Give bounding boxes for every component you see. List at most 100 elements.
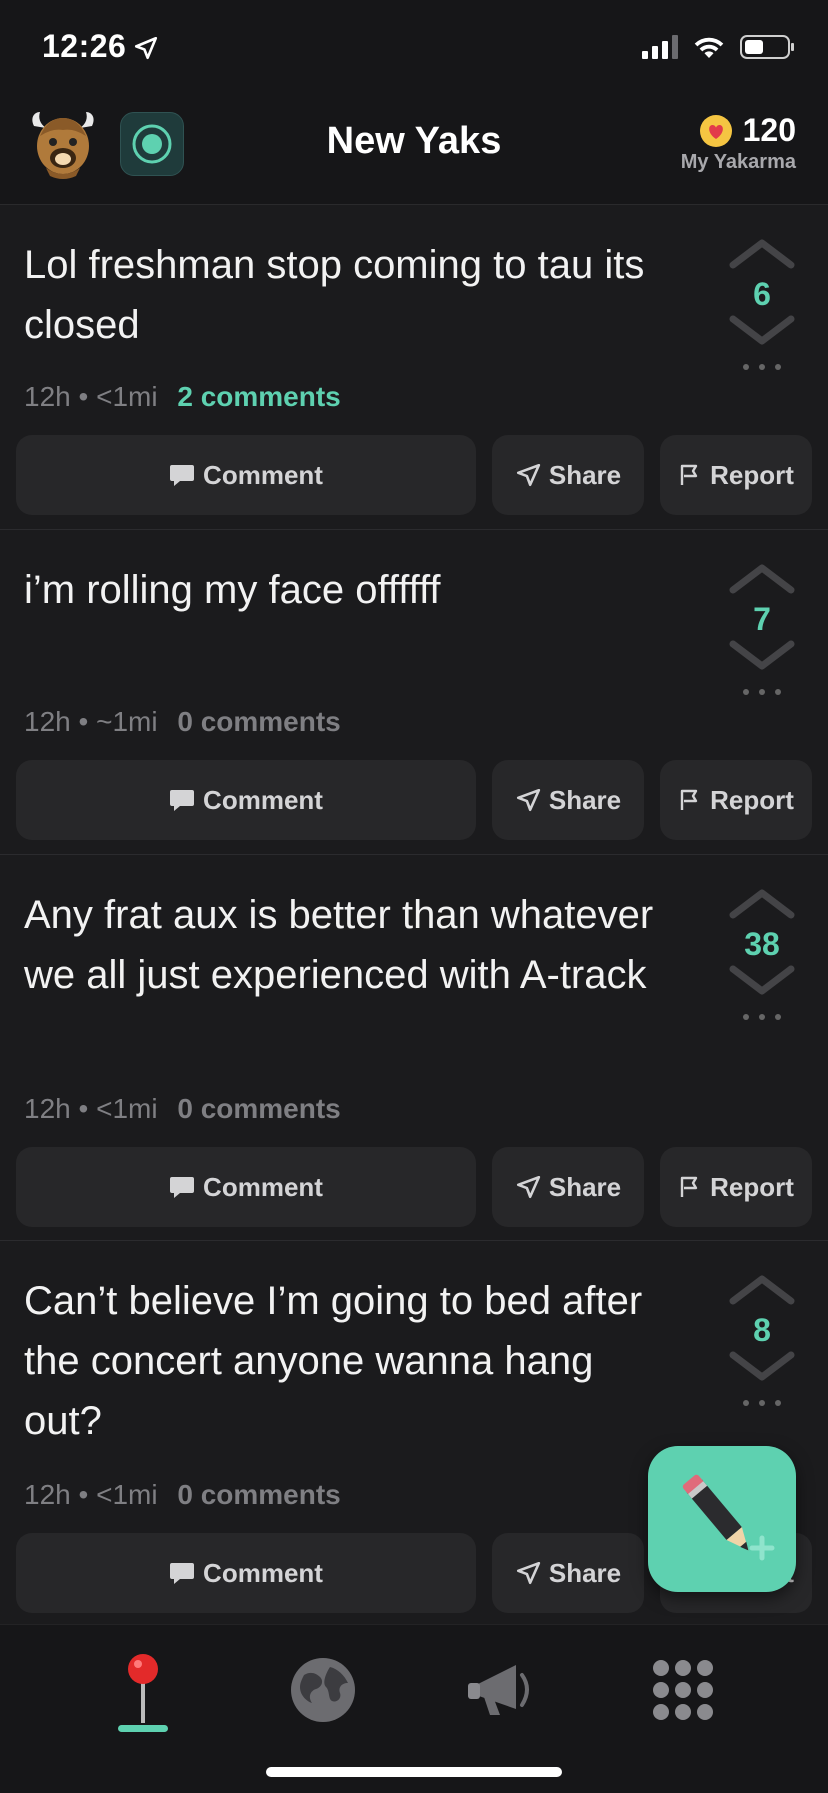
upvote-chevron-icon[interactable] (727, 235, 797, 271)
share-button-label: Share (548, 459, 622, 490)
post-meta: 12h • <1mi 2 comments (24, 381, 341, 412)
post-card[interactable]: Any frat aux is better than whatever we … (0, 855, 828, 1241)
post-distance: <1mi (96, 1479, 158, 1510)
post-time: 12h (24, 1479, 71, 1510)
comment-button-label: Comment (203, 1171, 323, 1202)
upvote-chevron-icon[interactable] (727, 1271, 797, 1307)
wifi-icon (694, 37, 724, 58)
comment-bubble-icon (170, 1563, 195, 1584)
feed: Lol freshman stop coming to tau its clos… (0, 205, 828, 1641)
comment-button-label: Comment (203, 1557, 323, 1588)
share-button-label: Share (548, 784, 622, 815)
tab-local[interactable] (98, 1645, 188, 1735)
more-options-icon[interactable] (724, 689, 800, 695)
post-text: i’m rolling my face offffff (24, 568, 441, 612)
share-button[interactable]: Share (492, 435, 644, 515)
pencil-plus-icon (682, 1474, 775, 1561)
comment-button[interactable]: Comment (16, 435, 476, 515)
post-meta: 12h • ~1mi 0 comments (24, 706, 341, 737)
post-meta: 12h • <1mi 0 comments (24, 1479, 341, 1510)
post-distance: <1mi (96, 1093, 158, 1124)
post-comments-link[interactable]: 0 comments (177, 1479, 340, 1510)
home-indicator[interactable] (266, 1767, 562, 1777)
share-arrow-icon (516, 1561, 540, 1585)
comment-button[interactable]: Comment (16, 1147, 476, 1227)
flag-icon (680, 1176, 698, 1197)
vote-control: 7 (724, 560, 800, 695)
share-button-label: Share (548, 1171, 622, 1202)
status-time: 12:26 (42, 28, 127, 64)
header: New Yaks 120 My Yakarma (0, 100, 828, 205)
comment-button[interactable]: Comment (16, 760, 476, 840)
post-card[interactable]: Lol freshman stop coming to tau its clos… (0, 205, 828, 530)
downvote-chevron-icon[interactable] (727, 963, 797, 999)
vote-control: 8 (724, 1271, 800, 1406)
post-actions: Comment Share Report (16, 760, 812, 840)
grid-icon (653, 1660, 713, 1720)
cellular-signal-icon (642, 35, 678, 59)
flag-icon (680, 789, 698, 810)
location-pin-icon (128, 1654, 158, 1723)
share-button[interactable]: Share (492, 1147, 644, 1227)
share-button[interactable]: Share (492, 1533, 644, 1613)
post-distance: ~1mi (96, 706, 158, 737)
post-distance: <1mi (96, 381, 158, 412)
comment-button-label: Comment (203, 459, 323, 490)
vote-control: 38 (724, 885, 800, 1020)
post-text: Any frat aux is better than whatever we … (24, 893, 654, 997)
comment-bubble-icon (170, 465, 195, 486)
tab-global[interactable] (278, 1645, 368, 1735)
downvote-chevron-icon[interactable] (727, 1349, 797, 1385)
post-meta: 12h • <1mi 0 comments (24, 1093, 341, 1124)
post-time: 12h (24, 1093, 71, 1124)
comment-button-label: Comment (203, 784, 323, 815)
report-button[interactable]: Report (660, 760, 812, 840)
more-options-icon[interactable] (724, 364, 800, 370)
status-bar: 12:26 (0, 0, 828, 100)
post-comments-link[interactable]: 2 comments (177, 381, 340, 412)
more-options-icon[interactable] (724, 1014, 800, 1020)
post-time: 12h (24, 706, 71, 737)
active-tab-indicator (118, 1725, 168, 1732)
share-button[interactable]: Share (492, 760, 644, 840)
post-comments-link[interactable]: 0 comments (177, 1093, 340, 1124)
location-arrow-icon (134, 36, 158, 60)
downvote-chevron-icon[interactable] (727, 313, 797, 349)
yakarma-display[interactable]: 120 My Yakarma (681, 112, 796, 174)
report-button-label: Report (710, 1171, 794, 1202)
compose-button[interactable] (648, 1446, 796, 1592)
post-comments-link[interactable]: 0 comments (177, 706, 340, 737)
vote-control: 6 (724, 235, 800, 370)
comment-button[interactable]: Comment (16, 1533, 476, 1613)
vote-count: 38 (744, 926, 780, 962)
heart-emoji-icon (699, 114, 732, 147)
downvote-chevron-icon[interactable] (727, 638, 797, 674)
report-button[interactable]: Report (660, 1147, 812, 1227)
share-arrow-icon (516, 1175, 540, 1199)
vote-count: 7 (753, 601, 771, 637)
report-button-label: Report (710, 784, 794, 815)
upvote-chevron-icon[interactable] (727, 885, 797, 921)
post-actions: Comment Share Report (16, 1147, 812, 1227)
upvote-chevron-icon[interactable] (727, 560, 797, 596)
status-indicators (642, 34, 794, 60)
tab-more[interactable] (638, 1645, 728, 1735)
report-button-label: Report (710, 459, 794, 490)
yakarma-label: My Yakarma (680, 151, 796, 173)
tab-announcements[interactable] (458, 1645, 548, 1735)
megaphone-icon (468, 1665, 529, 1715)
share-arrow-icon (516, 463, 540, 487)
post-text: Lol freshman stop coming to tau its clos… (24, 243, 645, 347)
comment-bubble-icon (170, 790, 195, 811)
flag-icon (680, 464, 698, 485)
share-button-label: Share (548, 1557, 622, 1588)
post-time: 12h (24, 381, 71, 412)
comment-bubble-icon (170, 1177, 195, 1198)
post-card[interactable]: i’m rolling my face offffff 12h • ~1mi 0… (0, 530, 828, 855)
yakarma-count: 120 (742, 112, 796, 148)
report-button[interactable]: Report (660, 435, 812, 515)
post-text: Can’t believe I’m going to bed after the… (24, 1279, 643, 1443)
share-arrow-icon (516, 788, 540, 812)
more-options-icon[interactable] (724, 1400, 800, 1406)
globe-icon (291, 1658, 355, 1722)
